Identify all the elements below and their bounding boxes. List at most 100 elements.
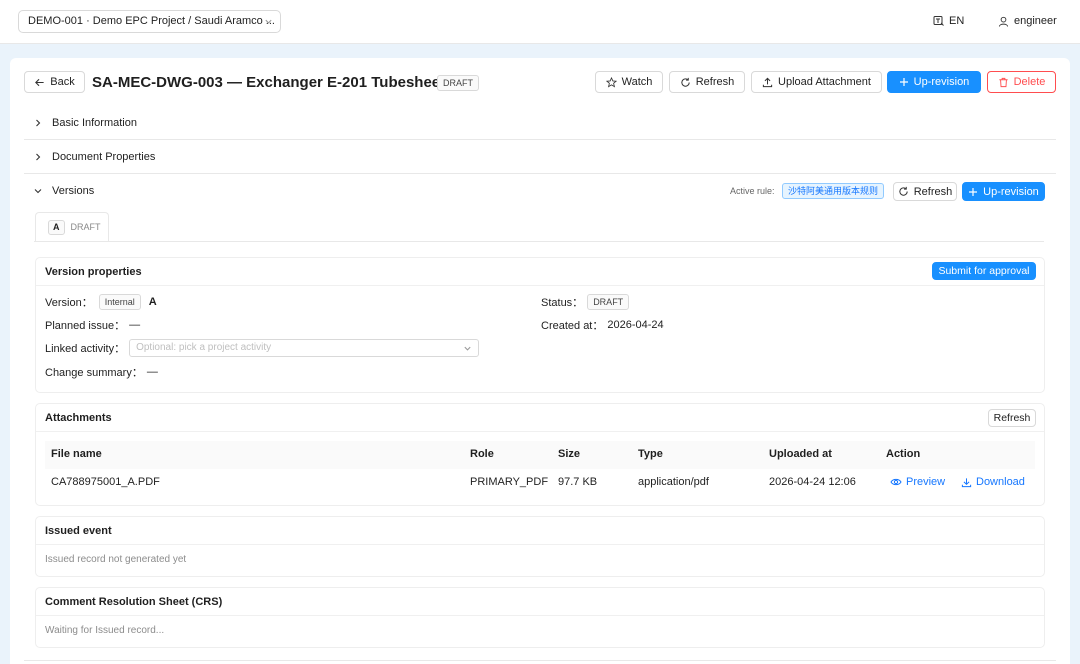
- col-uploaded-at: Uploaded at: [769, 448, 832, 460]
- upload-icon: [762, 77, 773, 88]
- delete-button[interactable]: Delete: [987, 71, 1056, 93]
- version-type-tag: Internal: [98, 294, 141, 310]
- page-title: SA-MEC-DWG-003 — Exchanger E-201 Tubeshe…: [92, 74, 446, 91]
- up-revision-label: Up-revision: [913, 76, 970, 88]
- refresh-icon: [898, 186, 909, 197]
- attachments-title: Attachments: [45, 411, 112, 424]
- section-basic-information[interactable]: Basic Information: [24, 106, 1056, 140]
- chevron-down-icon: [463, 344, 472, 353]
- eye-icon: [890, 477, 902, 487]
- col-action: Action: [886, 448, 921, 460]
- refresh-icon: [680, 77, 691, 88]
- trash-icon: [998, 77, 1009, 88]
- created-at-value: 2026-04-24: [607, 319, 664, 331]
- status-badge: DRAFT: [437, 75, 479, 91]
- panel-header: Comment Resolution Sheet (CRS): [36, 588, 1044, 616]
- panel-header: Attachments: [36, 404, 1044, 432]
- crs-title: Comment Resolution Sheet (CRS): [45, 595, 223, 608]
- active-rule-label: Active rule:: [730, 186, 775, 196]
- download-label: Download: [976, 476, 1025, 488]
- cell-file-name: CA788975001_A.PDF: [51, 476, 160, 488]
- version-letter-badge: A: [48, 219, 65, 235]
- watch-button[interactable]: Watch: [595, 71, 663, 93]
- planned-issue-label: Planned issue：: [45, 320, 126, 332]
- language-label: EN: [949, 15, 965, 27]
- project-select[interactable]: DEMO-001 · Demo EPC Project / Saudi Aram…: [18, 10, 281, 33]
- crs-panel: Comment Resolution Sheet (CRS) Waiting f…: [35, 587, 1045, 648]
- arrow-left-icon: [34, 77, 45, 88]
- tab-divider: [34, 241, 1044, 242]
- translate-icon: [933, 15, 945, 27]
- col-type: Type: [638, 448, 663, 460]
- version-tab-status: DRAFT: [70, 222, 101, 232]
- back-label: Back: [50, 76, 75, 88]
- col-role: Role: [470, 448, 494, 460]
- status-label: Status：: [541, 297, 584, 309]
- watch-label: Watch: [621, 76, 653, 88]
- attachments-table-header: File name Role Size Type Uploaded at Act…: [45, 441, 1035, 469]
- chevron-right-icon: [24, 153, 52, 161]
- col-size: Size: [558, 448, 581, 460]
- project-select-label: DEMO-001 · Demo EPC Project / Saudi Aram…: [28, 15, 275, 27]
- version-field: Version： Internal A: [45, 294, 157, 310]
- attachments-panel: Attachments Refresh File name Role Size …: [35, 403, 1045, 506]
- language-switch[interactable]: EN: [933, 15, 964, 27]
- change-summary-value: —: [146, 366, 158, 378]
- plus-icon: [899, 77, 909, 87]
- issued-event-panel: Issued event Issued record not generated…: [35, 516, 1045, 577]
- linked-activity-placeholder: Optional: pick a project activity: [136, 342, 272, 353]
- star-icon: [605, 76, 617, 88]
- user-icon: [998, 16, 1009, 27]
- cell-type: application/pdf: [638, 476, 709, 488]
- chevron-down-icon: [24, 187, 52, 195]
- version-label: Version：: [45, 297, 93, 309]
- chevron-right-icon: [24, 119, 52, 127]
- change-summary-field: Change summary： —: [45, 364, 158, 380]
- submit-for-approval-button[interactable]: Submit for approval: [932, 262, 1036, 280]
- version-properties-title: Version properties: [45, 265, 142, 278]
- status-tag: DRAFT: [587, 294, 630, 310]
- section-docprops-label: Document Properties: [52, 150, 156, 163]
- linked-activity-field: Linked activity： Optional: pick a projec…: [45, 339, 480, 357]
- back-button[interactable]: Back: [24, 71, 85, 93]
- up-revision-button[interactable]: Up-revision: [887, 71, 981, 93]
- versions-up-revision-button[interactable]: Up-revision: [962, 182, 1045, 201]
- version-value: A: [148, 296, 157, 308]
- plus-icon: [968, 187, 978, 197]
- upload-label: Upload Attachment: [778, 76, 871, 88]
- section-divider: [24, 660, 1056, 661]
- panel-header: Version properties: [36, 258, 1044, 286]
- created-at-field: Created at： 2026-04-24: [541, 317, 664, 333]
- tab-version-a[interactable]: A DRAFT: [35, 212, 109, 241]
- versions-refresh-label: Refresh: [913, 185, 953, 198]
- chevron-down-icon: [264, 17, 273, 26]
- preview-label: Preview: [906, 476, 946, 488]
- refresh-button[interactable]: Refresh: [669, 71, 745, 93]
- upload-attachment-button[interactable]: Upload Attachment: [751, 71, 882, 93]
- version-properties-panel: Version properties Submit for approval V…: [35, 257, 1045, 393]
- download-link[interactable]: Download: [961, 476, 1025, 488]
- section-document-properties[interactable]: Document Properties: [24, 140, 1056, 174]
- attachments-refresh-button[interactable]: Refresh: [988, 409, 1036, 427]
- change-summary-label: Change summary：: [45, 367, 143, 379]
- versions-up-revision-label: Up-revision: [983, 185, 1039, 198]
- cell-role: PRIMARY_PDF: [470, 476, 549, 488]
- section-basic-label: Basic Information: [52, 116, 137, 129]
- delete-label: Delete: [1013, 76, 1046, 88]
- crs-empty-text: Waiting for Issued record...: [45, 625, 165, 636]
- linked-activity-select[interactable]: Optional: pick a project activity: [129, 339, 480, 357]
- panel-header: Issued event: [36, 517, 1044, 545]
- cell-uploaded-at: 2026-04-24 12:06: [769, 476, 856, 488]
- issued-empty-text: Issued record not generated yet: [45, 554, 187, 565]
- planned-issue-field: Planned issue： —: [45, 317, 140, 333]
- cell-size: 97.7 KB: [558, 476, 598, 488]
- preview-link[interactable]: Preview: [890, 476, 945, 488]
- attachments-refresh-label: Refresh: [993, 412, 1031, 424]
- download-icon: [961, 477, 972, 488]
- status-field: Status： DRAFT: [541, 294, 630, 310]
- versions-refresh-button[interactable]: Refresh: [893, 182, 957, 201]
- section-versions-label: Versions: [52, 185, 95, 197]
- user-menu[interactable]: engineer: [998, 15, 1057, 27]
- user-name: engineer: [1014, 15, 1057, 27]
- submit-label: Submit for approval: [938, 265, 1030, 277]
